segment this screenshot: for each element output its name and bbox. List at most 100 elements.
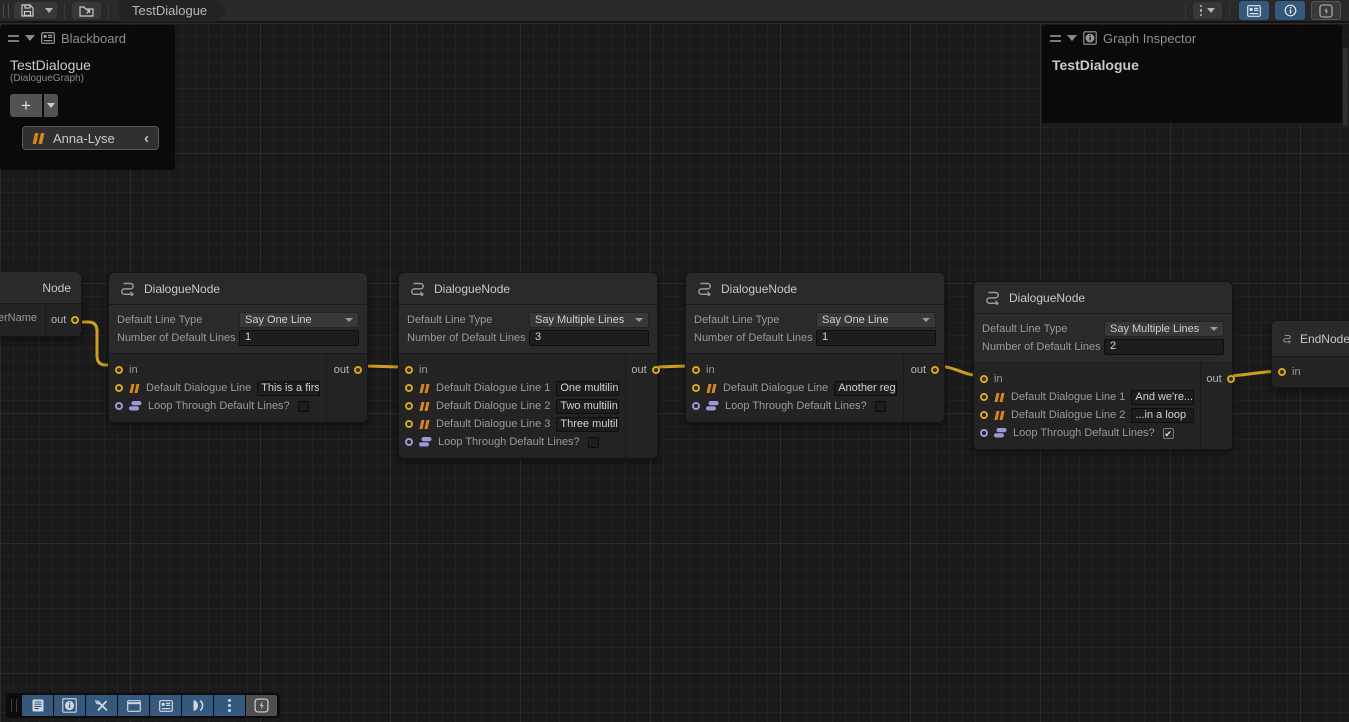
dialogue-node-1[interactable]: DialogueNode Default Line Type Say One L… — [108, 272, 368, 423]
chevron-down-icon — [45, 8, 53, 13]
blackboard-button[interactable] — [150, 695, 181, 716]
graph-inspector-toggle-button[interactable] — [1275, 1, 1305, 20]
out-port[interactable] — [354, 366, 362, 374]
line-type-dropdown[interactable]: Say One Line — [239, 312, 359, 328]
loop-checkbox[interactable] — [588, 437, 599, 448]
node-title[interactable]: DialogueNode — [974, 282, 1232, 314]
add-variable-dropdown[interactable] — [44, 94, 58, 117]
out-port-label: out — [334, 364, 349, 376]
num-lines-input[interactable]: 3 — [529, 330, 649, 346]
node-ports: kerName out — [0, 304, 81, 336]
line-port[interactable] — [405, 420, 413, 428]
inspector-button[interactable] — [54, 695, 85, 716]
loop-checkbox[interactable]: ✔ — [1163, 428, 1174, 439]
add-variable-button[interactable]: + — [10, 94, 42, 117]
line-port[interactable] — [405, 384, 413, 392]
dropdown-value: Say Multiple Lines — [535, 314, 624, 326]
loop-port[interactable] — [980, 429, 988, 437]
line-port[interactable] — [405, 402, 413, 410]
chevron-down-icon — [47, 103, 55, 108]
overflow-menu-button[interactable] — [1193, 2, 1223, 19]
graph-tab-label: TestDialogue — [132, 3, 207, 18]
loop-icon — [706, 401, 719, 411]
quote-icon — [32, 133, 45, 144]
loop-port[interactable] — [692, 402, 700, 410]
dialogue-line-input[interactable]: And we're... — [1131, 390, 1194, 405]
in-port[interactable] — [692, 366, 700, 374]
collapse-chevron-icon[interactable]: ‹ — [144, 130, 149, 147]
toolbar-drag-handle[interactable] — [3, 4, 9, 18]
save-dropdown-button[interactable] — [41, 2, 57, 19]
out-port[interactable] — [1227, 375, 1235, 383]
blackboard-header[interactable]: Blackboard — [0, 25, 175, 51]
num-lines-input[interactable]: 2 — [1104, 339, 1224, 355]
blackboard-toggle-button[interactable] — [1239, 1, 1269, 20]
dialogue-line-input[interactable]: Another regu — [834, 381, 897, 396]
play-preview-button[interactable] — [182, 695, 213, 716]
node-title[interactable]: DialogueNode — [686, 273, 944, 305]
dialogue-node-4[interactable]: DialogueNode Default Line Type Say Multi… — [973, 281, 1233, 450]
dialogue-node-2[interactable]: DialogueNode Default Line Type Say Multi… — [398, 272, 658, 459]
graph-inspector-header[interactable]: Graph Inspector — [1042, 25, 1342, 51]
node-title[interactable]: Node — [0, 272, 81, 304]
node-title[interactable]: DialogueNode — [109, 273, 367, 305]
panel-resize-handle[interactable] — [1343, 48, 1348, 126]
node-fields: Default Line Type Say One Line Number of… — [686, 305, 944, 354]
dialogue-line-input[interactable]: Two multiline — [556, 399, 619, 414]
window-icon — [127, 700, 141, 712]
line-port[interactable] — [115, 384, 123, 392]
speaker-node-partial[interactable]: Node kerName out — [0, 271, 82, 337]
loop-checkbox[interactable] — [298, 401, 309, 412]
dialogue-line-input[interactable]: ...in a loop — [1131, 408, 1194, 423]
blackboard-icon — [159, 700, 173, 712]
node-title[interactable]: DialogueNode — [399, 273, 657, 305]
in-port[interactable] — [115, 366, 123, 374]
loop-port[interactable] — [405, 438, 413, 446]
num-lines-input[interactable]: 1 — [816, 330, 936, 346]
line-type-dropdown[interactable]: Say Multiple Lines — [1104, 321, 1224, 337]
field-label: Number of Default Lines — [407, 332, 529, 344]
dialogue-line-input[interactable]: One multiline — [556, 381, 619, 396]
dropdown-value: Say Multiple Lines — [1110, 323, 1199, 335]
collapse-triangle-icon[interactable] — [1067, 35, 1077, 41]
in-port[interactable] — [405, 366, 413, 374]
end-node[interactable]: EndNode in — [1271, 320, 1349, 388]
dropdown-value: Say One Line — [245, 314, 312, 326]
top-toolbar: TestDialogue — [0, 0, 1349, 23]
doc-list-button[interactable] — [22, 695, 53, 716]
node-title[interactable]: EndNode — [1272, 321, 1349, 357]
open-asset-button[interactable] — [72, 2, 101, 19]
dialogue-line-input[interactable]: Three multilin — [556, 417, 619, 432]
dialogue-node-3[interactable]: DialogueNode Default Line Type Say One L… — [685, 272, 945, 423]
line-port[interactable] — [980, 393, 988, 401]
blackboard-graph-type: (DialogueGraph) — [0, 73, 175, 90]
in-port[interactable] — [1278, 368, 1286, 376]
toolbar-separator — [1185, 3, 1186, 19]
toolbar-drag-handle[interactable] — [11, 699, 17, 712]
line-type-dropdown[interactable]: Say One Line — [816, 312, 936, 328]
loop-checkbox[interactable] — [875, 401, 886, 412]
loop-port[interactable] — [115, 402, 123, 410]
window-button[interactable] — [118, 695, 149, 716]
in-port[interactable] — [980, 375, 988, 383]
variable-anna-lyse[interactable]: Anna-Lyse ‹ — [22, 126, 159, 150]
out-port[interactable] — [931, 366, 939, 374]
spark-toggle-button[interactable] — [1311, 1, 1341, 20]
tools-button[interactable] — [86, 695, 117, 716]
chevron-down-icon — [635, 318, 643, 322]
collapse-triangle-icon[interactable] — [25, 35, 35, 41]
save-button[interactable] — [14, 2, 41, 19]
dialogue-line-input[interactable]: This is a first — [257, 381, 320, 396]
graph-tab[interactable]: TestDialogue — [119, 0, 227, 22]
num-lines-input[interactable]: 1 — [239, 330, 359, 346]
out-port[interactable] — [71, 316, 79, 324]
spark-button[interactable] — [246, 695, 277, 716]
line-port[interactable] — [692, 384, 700, 392]
out-port[interactable] — [652, 366, 660, 374]
overflow-menu-button[interactable] — [214, 695, 245, 716]
line-port[interactable] — [980, 411, 988, 419]
line-type-dropdown[interactable]: Say Multiple Lines — [529, 312, 649, 328]
drag-handle-icon[interactable] — [1050, 35, 1061, 42]
drag-handle-icon[interactable] — [8, 35, 19, 42]
toolbar-separator — [64, 3, 65, 19]
